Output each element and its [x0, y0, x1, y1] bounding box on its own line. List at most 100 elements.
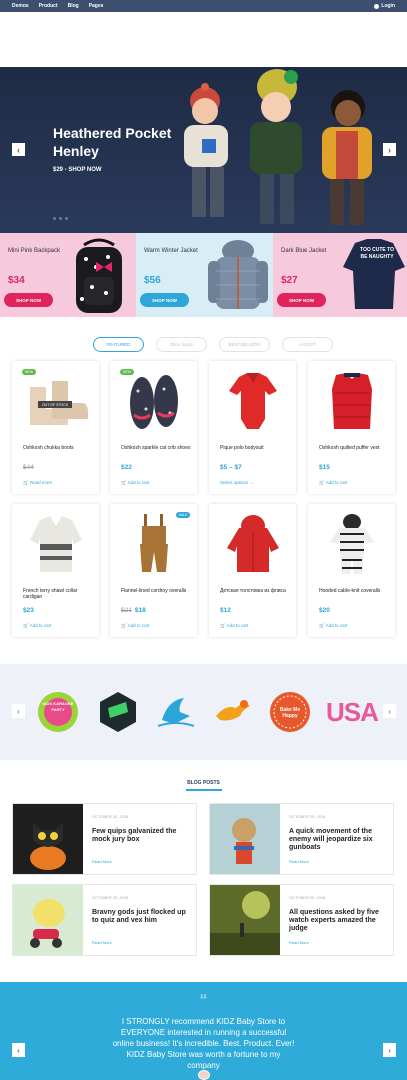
tab-latest[interactable]: LATEST: [282, 337, 333, 352]
product-card[interactable]: Pique polo bodysuit $5 – $7 Select optio…: [209, 361, 296, 494]
testimonial-section: “ I STRONGLY recommend KIDZ Baby Store t…: [0, 982, 407, 1080]
product-price: $20: [319, 607, 330, 614]
product-price: $12: [220, 607, 231, 614]
product-name[interactable]: French terry shawl collar cardigan: [23, 588, 93, 600]
post-title[interactable]: A quick movement of the enemy will jeopa…: [289, 828, 389, 852]
testimonial-next-arrow[interactable]: ›: [383, 1043, 396, 1057]
product-name[interactable]: Oshkosh chukka boots: [23, 445, 93, 451]
post-title[interactable]: Bravny gods just flocked up to quiz and …: [92, 909, 192, 925]
blog-post-card[interactable]: OCTOBER 20, 2016 A quick movement of the…: [209, 803, 394, 875]
product-price: $23: [23, 607, 34, 614]
brand-logo-pelican[interactable]: [154, 690, 198, 734]
shop-now-button[interactable]: SHOP NOW: [277, 293, 326, 307]
product-card[interactable]: Hooded cable-knit coveralls $20 🛒 Add to…: [308, 504, 395, 637]
nav-product[interactable]: Product: [39, 3, 58, 9]
out-of-stock-label: OUT OF STOCK: [38, 401, 72, 408]
new-badge: NEW: [120, 369, 134, 375]
read-more-link[interactable]: Read More: [289, 940, 309, 945]
hero-pagination: [53, 217, 68, 220]
tab-bestsellers[interactable]: BESTSELLERS: [219, 337, 270, 352]
blog-thumbnail-field: [210, 885, 280, 955]
product-name[interactable]: Pique polo bodysuit: [220, 445, 290, 451]
blog-thumbnail-boy: [210, 804, 280, 874]
promo-winter-jacket[interactable]: Warm Winter Jacket $56 SHOP NOW: [136, 233, 273, 317]
nav-blog[interactable]: Blog: [68, 3, 79, 9]
blog-thumbnail-chick: [13, 885, 83, 955]
post-title[interactable]: All questions asked by five watch expert…: [289, 909, 389, 933]
promo-dark-blue-jacket[interactable]: Dark Blue Jacket $27 SHOP NOW TOO CUTE T…: [273, 233, 407, 317]
read-more-link[interactable]: Read More: [289, 859, 309, 864]
hero-prev-arrow[interactable]: ‹: [12, 143, 25, 156]
product-card[interactable]: NEW Oshkosh sparkle cat crib shoes $22 🛒…: [110, 361, 197, 494]
hero-next-arrow[interactable]: ›: [383, 143, 396, 156]
product-name[interactable]: Flannel-lined cordroy overalls: [121, 588, 191, 594]
product-name[interactable]: Детская толстовка из флиса: [220, 588, 290, 594]
blog-heading-underline: [186, 789, 222, 791]
jacket-image: [208, 240, 268, 309]
product-price: $15: [319, 464, 330, 471]
post-date: OCTOBER 20, 2016: [289, 895, 326, 900]
read-more-link[interactable]: Read More: [92, 940, 112, 945]
product-card[interactable]: Oshkosh quilted puffer vest $15 🛒 Add to…: [308, 361, 395, 494]
quote-icon: “: [199, 992, 208, 1009]
product-price: $21 $18: [121, 607, 146, 614]
product-tabs: FEATURED ON A SALE BESTSELLERS LATEST: [93, 337, 333, 352]
product-image-cardigan: [30, 516, 82, 572]
brand-logo-runner[interactable]: [210, 690, 254, 734]
promo-title: Dark Blue Jacket: [281, 248, 327, 254]
brand-logo-text: KIDS KARAOKE PARTY: [42, 701, 74, 712]
read-more-link[interactable]: 🛒 Read more: [23, 480, 52, 486]
hero-shop-now-link[interactable]: $29 - SHOP NOW: [53, 167, 102, 173]
select-options-link[interactable]: Select options →: [220, 480, 254, 485]
add-to-cart-link[interactable]: 🛒 Add to cart: [319, 480, 347, 486]
hero-title: Heathered Pocket Henley: [53, 125, 172, 159]
add-to-cart-link[interactable]: 🛒 Add to cart: [220, 623, 248, 629]
product-image-crib-shoes: [130, 375, 178, 429]
product-name[interactable]: Oshkosh sparkle cat crib shoes: [121, 445, 191, 451]
blog-post-card[interactable]: OCTOBER 20, 2016 Few quips galvanized th…: [12, 803, 197, 875]
product-name[interactable]: Oshkosh quilted puffer vest: [319, 445, 389, 451]
add-to-cart-link[interactable]: 🛒 Add to cart: [121, 623, 149, 629]
product-card[interactable]: French terry shawl collar cardigan $23 🛒…: [12, 504, 99, 637]
product-card[interactable]: SALE Flannel-lined cordroy overalls $21 $…: [110, 504, 197, 637]
shop-now-button[interactable]: SHOP NOW: [4, 293, 53, 307]
add-to-cart-link[interactable]: 🛒 Add to cart: [319, 623, 347, 629]
add-to-cart-link[interactable]: 🛒 Add to cart: [23, 623, 51, 629]
sale-badge: SALE: [176, 512, 190, 518]
product-price: $5 – $7: [220, 464, 242, 471]
shop-now-button[interactable]: SHOP NOW: [140, 293, 189, 307]
product-image-polo-bodysuit: [229, 373, 277, 429]
promo-price: $27: [281, 275, 298, 286]
hero-slider: Heathered Pocket Henley $29 - SHOP NOW ‹…: [0, 67, 407, 233]
promo-backpack[interactable]: Mini Pink Backpack $34 SHOP NOW: [0, 233, 136, 317]
add-to-cart-link[interactable]: 🛒 Add to cart: [121, 480, 149, 486]
avatar: [198, 1070, 210, 1080]
brand-prev-arrow[interactable]: ‹: [12, 704, 25, 718]
product-image-puffer-vest: [332, 373, 372, 429]
testimonial-prev-arrow[interactable]: ‹: [12, 1043, 25, 1057]
hero-dot[interactable]: [65, 217, 68, 220]
blog-post-card[interactable]: OCTOBER 20, 2016 Bravny gods just flocke…: [12, 884, 197, 956]
tab-featured[interactable]: FEATURED: [93, 337, 144, 352]
promo-price: $34: [8, 275, 25, 286]
nav-demos[interactable]: Demos: [12, 3, 29, 9]
hero-dot[interactable]: [53, 217, 56, 220]
tab-on-sale[interactable]: ON A SALE: [156, 337, 207, 352]
brand-next-arrow[interactable]: ›: [383, 704, 396, 718]
read-more-link[interactable]: Read More: [92, 859, 112, 864]
brand-carousel: ‹ › KIDS KARAOKE PARTY Bake Me Happy USA: [0, 664, 407, 760]
brand-logo-usa[interactable]: USA: [326, 696, 379, 728]
main-nav: Demos Product Blog Pages: [12, 3, 103, 9]
blog-post-card[interactable]: OCTOBER 20, 2016 All questions asked by …: [209, 884, 394, 956]
post-title[interactable]: Few quips galvanized the mock jury box: [92, 828, 192, 844]
hero-dot[interactable]: [59, 217, 62, 220]
sweatshirt-print: TOO CUTE TO BE NAUGHTY: [360, 247, 394, 260]
promo-price: $56: [144, 275, 161, 286]
product-card[interactable]: Детская толстовка из флиса $12 🛒 Add to …: [209, 504, 296, 637]
product-card[interactable]: NEW OUT OF STOCK Oshkosh chukka boots $4…: [12, 361, 99, 494]
login-link[interactable]: Login: [374, 3, 395, 9]
nav-pages[interactable]: Pages: [89, 3, 104, 9]
product-name[interactable]: Hooded cable-knit coveralls: [319, 588, 389, 594]
product-image-overalls: [140, 514, 168, 572]
brand-logo-cube[interactable]: [96, 690, 140, 734]
